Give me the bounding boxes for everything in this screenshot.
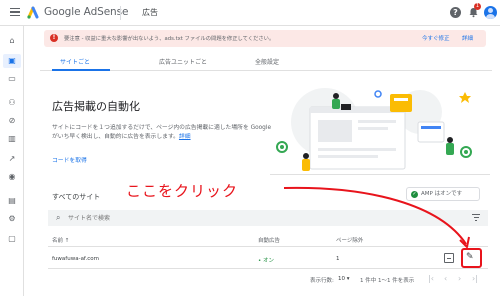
top-app-bar: Google AdSense 広告 ? 1: [0, 0, 500, 26]
check-icon: ✓: [411, 191, 418, 198]
last-page-icon[interactable]: ›|: [472, 274, 478, 283]
hero-description: サイトにコードを１つ追加するだけで、ページ内の広告掲載に適した場所を Googl…: [52, 124, 272, 142]
tab-general-settings[interactable]: 全般設定: [255, 57, 279, 66]
edit-icon[interactable]: ✎: [466, 252, 474, 262]
tab-by-ad-unit[interactable]: 広告ユニットごと: [159, 57, 207, 66]
pagination-range: 1 件中 1〜1 件を表示: [360, 278, 415, 284]
notification-badge: 1: [474, 3, 481, 10]
rows-per-page-label: 表示行数:: [310, 278, 334, 284]
details-link[interactable]: 詳細: [462, 34, 473, 42]
ads-icon[interactable]: ▣: [3, 54, 21, 68]
amp-status-label: AMP はオンです: [421, 191, 463, 197]
page-title: 広告: [142, 8, 158, 17]
help-icon[interactable]: ?: [450, 7, 461, 18]
trend-icon[interactable]: ↗: [7, 154, 17, 164]
all-sites-heading: すべてのサイト: [52, 193, 101, 201]
menu-icon[interactable]: [10, 8, 20, 17]
left-nav-rail: ⌂ ▣ ▭ ⚇ ⊘ ▥ ↗ ◉ ▤ ⚙ ▢: [0, 26, 24, 296]
page-icon[interactable]: ▭: [7, 74, 17, 84]
auto-ads-illustration: [270, 88, 490, 175]
divider: [48, 268, 488, 269]
people-icon[interactable]: ⚇: [7, 98, 17, 108]
adsense-logo: [27, 6, 39, 19]
rows-per-page-select[interactable]: 10 ▾: [338, 276, 350, 282]
active-tab-indicator: [52, 69, 110, 71]
hero-description-text: サイトにコードを１つ追加するだけで、ページ内の広告掲載に適した場所を Googl…: [52, 125, 272, 140]
column-header-page-exclusions: ページ除外: [336, 238, 364, 244]
search-icon: ⌕: [56, 213, 61, 222]
column-header-name[interactable]: 名前 ↑: [52, 236, 69, 244]
chart-icon[interactable]: ▥: [7, 134, 17, 144]
avatar[interactable]: [484, 6, 497, 19]
filter-icon[interactable]: [472, 214, 480, 221]
app-brand: Google AdSense: [44, 6, 129, 18]
amp-status-chip[interactable]: ✓ AMP はオンです: [406, 187, 480, 201]
preview-icon[interactable]: [444, 253, 454, 263]
shield-icon[interactable]: ◉: [7, 172, 17, 182]
divider: [48, 246, 488, 247]
prev-page-icon[interactable]: ‹: [444, 274, 447, 283]
fix-now-link[interactable]: 今すぐ修正: [422, 34, 450, 42]
home-icon[interactable]: ⌂: [7, 36, 17, 46]
ads-txt-alert: ! 要注意 - 収益に重大な影響が出ないよう、ads.txt ファイルの問題を修…: [44, 30, 486, 47]
feedback-icon[interactable]: ▢: [7, 234, 17, 244]
alert-icon: !: [50, 34, 58, 42]
column-header-auto-ads: 自動広告: [258, 238, 281, 244]
divider: [120, 6, 121, 20]
block-icon[interactable]: ⊘: [7, 116, 17, 126]
get-code-link[interactable]: コードを取得: [52, 155, 87, 164]
payments-icon[interactable]: ▤: [7, 196, 17, 206]
tab-bar: サイトごと 広告ユニットごと 全般設定: [40, 53, 492, 71]
alert-message: 要注意 - 収益に重大な影響が出ないよう、ads.txt ファイルの問題を修正し…: [64, 36, 275, 42]
site-search-bar: ⌕: [48, 210, 488, 226]
site-search-input[interactable]: [68, 212, 368, 224]
site-name: fuwafuwa-af.com: [52, 256, 99, 262]
click-here-annotation: ここをクリック: [126, 182, 239, 200]
hero-details-link[interactable]: 詳細: [179, 134, 191, 140]
tab-by-site[interactable]: サイトごと: [60, 57, 90, 66]
page-exclusions-count: 1: [336, 256, 340, 262]
hero-title: 広告掲載の自動化: [52, 100, 140, 113]
next-page-icon[interactable]: ›: [458, 274, 461, 283]
first-page-icon[interactable]: |‹: [428, 274, 434, 283]
auto-ads-status: • オン: [258, 258, 274, 264]
gear-icon[interactable]: ⚙: [7, 214, 17, 224]
